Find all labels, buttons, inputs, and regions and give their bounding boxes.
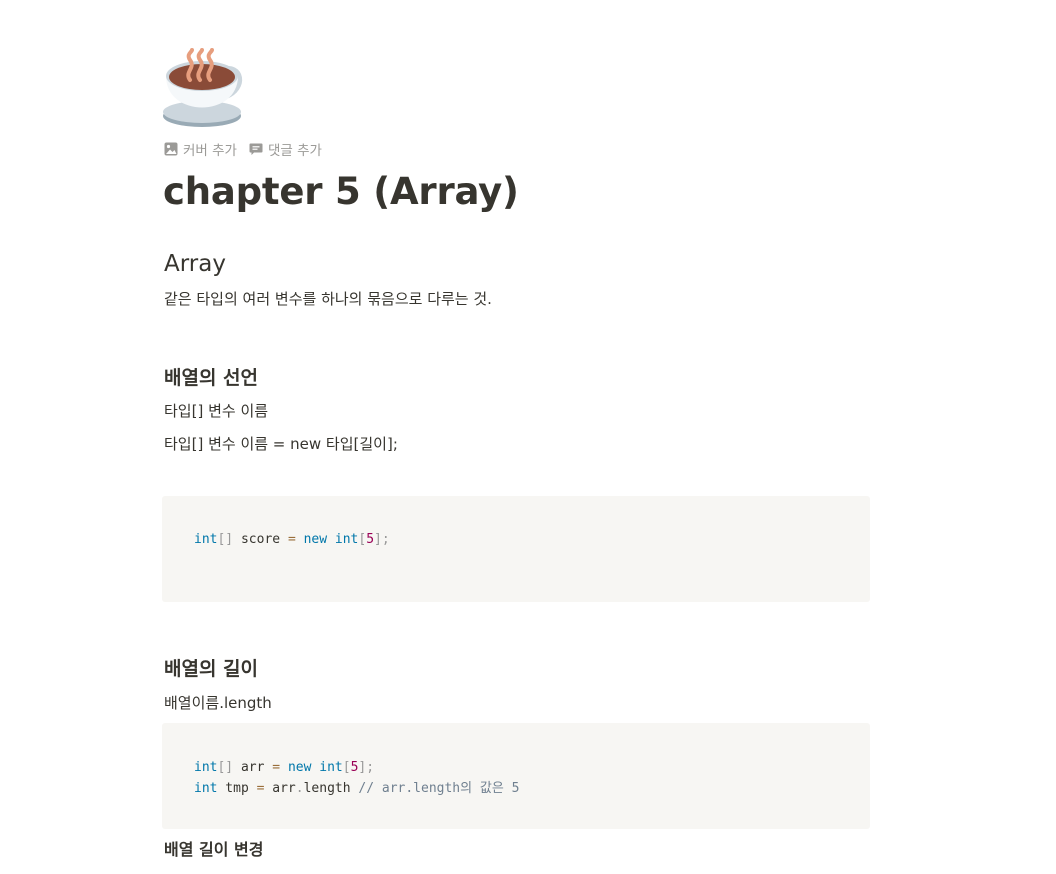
code-line: int[] score = new int[5];	[194, 529, 838, 550]
code-token: new	[303, 532, 328, 547]
code-line: int[] arr = new int[5];	[194, 757, 838, 778]
code-token: [	[342, 760, 351, 775]
page-header-controls: 커버 추가 댓글 추가	[164, 138, 322, 160]
comment-icon	[249, 142, 263, 156]
code-token: ];	[374, 532, 390, 547]
heading-array[interactable]: Array	[164, 248, 226, 280]
code-token: length	[303, 781, 359, 796]
code-token: new	[287, 760, 312, 775]
code-token: arr	[264, 781, 296, 796]
code-token: int	[334, 532, 359, 547]
code-token: 5	[366, 532, 375, 547]
add-cover-button[interactable]: 커버 추가	[164, 139, 237, 159]
add-comment-button[interactable]: 댓글 추가	[249, 139, 322, 159]
image-icon	[164, 142, 178, 156]
code-comment: // arr.length의 값은 5	[358, 781, 520, 796]
notion-page: 커버 추가 댓글 추가 chapter 5 (Array) Array 같은 타…	[0, 0, 1056, 874]
code-token: int	[194, 781, 218, 796]
length-line-1[interactable]: 배열이름.length	[164, 691, 272, 715]
code-token: arr	[233, 760, 273, 775]
code-token: =	[287, 532, 296, 547]
page-title[interactable]: chapter 5 (Array)	[163, 166, 519, 218]
code-token: []	[217, 532, 234, 547]
code-token: ];	[358, 760, 375, 775]
code-token: score	[233, 532, 288, 547]
heading-change-array-length[interactable]: 배열 길이 변경	[164, 838, 263, 862]
code-token: int	[319, 760, 343, 775]
hot-beverage-icon[interactable]	[162, 46, 246, 130]
code-block-declaration[interactable]: int[] score = new int[5];	[162, 496, 870, 602]
code-token: .	[295, 781, 304, 796]
code-token: int	[194, 532, 218, 547]
code-token: =	[272, 760, 281, 775]
add-comment-label: 댓글 추가	[267, 143, 322, 159]
add-cover-label: 커버 추가	[183, 143, 237, 159]
declaration-line-2[interactable]: 타입[] 변수 이름 = new 타입[길이];	[164, 432, 398, 456]
code-token: []	[217, 760, 234, 775]
array-description[interactable]: 같은 타입의 여러 변수를 하나의 묶음으로 다루는 것.	[164, 287, 492, 311]
code-token: tmp	[217, 781, 257, 796]
code-line: int tmp = arr.length // arr.length의 값은 5	[194, 778, 838, 799]
declaration-line-1[interactable]: 타입[] 변수 이름	[164, 399, 268, 423]
heading-array-length[interactable]: 배열의 길이	[164, 655, 258, 683]
heading-array-declaration[interactable]: 배열의 선언	[164, 364, 258, 392]
code-block-length[interactable]: int[] arr = new int[5]; int tmp = arr.le…	[162, 723, 870, 829]
code-token: int	[194, 760, 218, 775]
